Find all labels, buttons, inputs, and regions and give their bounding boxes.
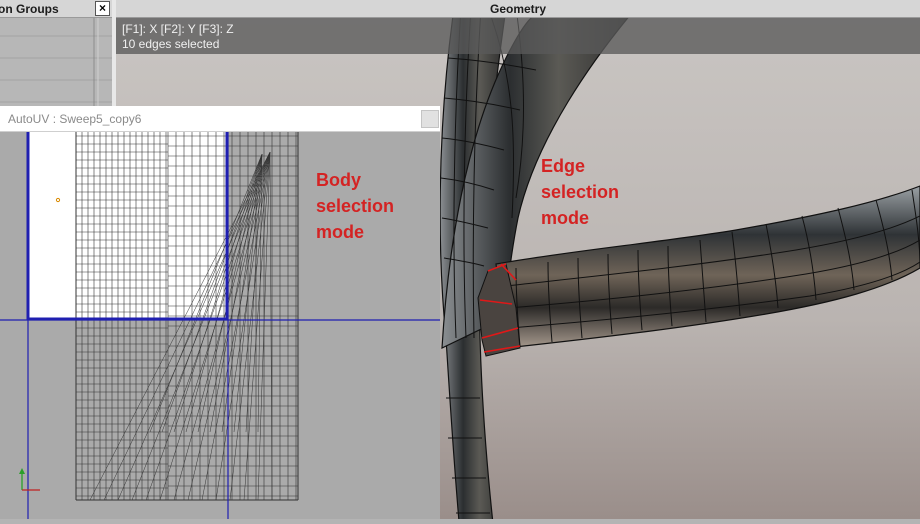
close-icon[interactable]: × bbox=[95, 1, 110, 16]
annotation-line: Body bbox=[316, 170, 361, 190]
axis-hotkeys: [F1]: X [F2]: Y [F3]: Z bbox=[122, 22, 234, 36]
body-selection-annotation: Body selection mode bbox=[316, 167, 426, 245]
edge-selection-annotation: Edge selection mode bbox=[541, 153, 651, 231]
autouv-titlebar[interactable]: AutoUV : Sweep5_copy6 bbox=[0, 106, 440, 132]
viewport-hud: [F1]: X [F2]: Y [F3]: Z 10 edges selecte… bbox=[116, 18, 920, 54]
annotation-line: mode bbox=[316, 222, 365, 242]
close-icon[interactable] bbox=[421, 110, 439, 128]
left-panel-title-text: on Groups bbox=[0, 2, 59, 16]
annotation-line: selection bbox=[316, 196, 395, 216]
autouv-title: AutoUV : Sweep5_copy6 bbox=[8, 112, 142, 126]
geometry-title: Geometry bbox=[116, 0, 920, 18]
selection-status: 10 edges selected bbox=[122, 37, 220, 51]
annotation-line: selection bbox=[541, 182, 620, 202]
annotation-line: Edge bbox=[541, 156, 586, 176]
annotation-line: mode bbox=[541, 208, 590, 228]
